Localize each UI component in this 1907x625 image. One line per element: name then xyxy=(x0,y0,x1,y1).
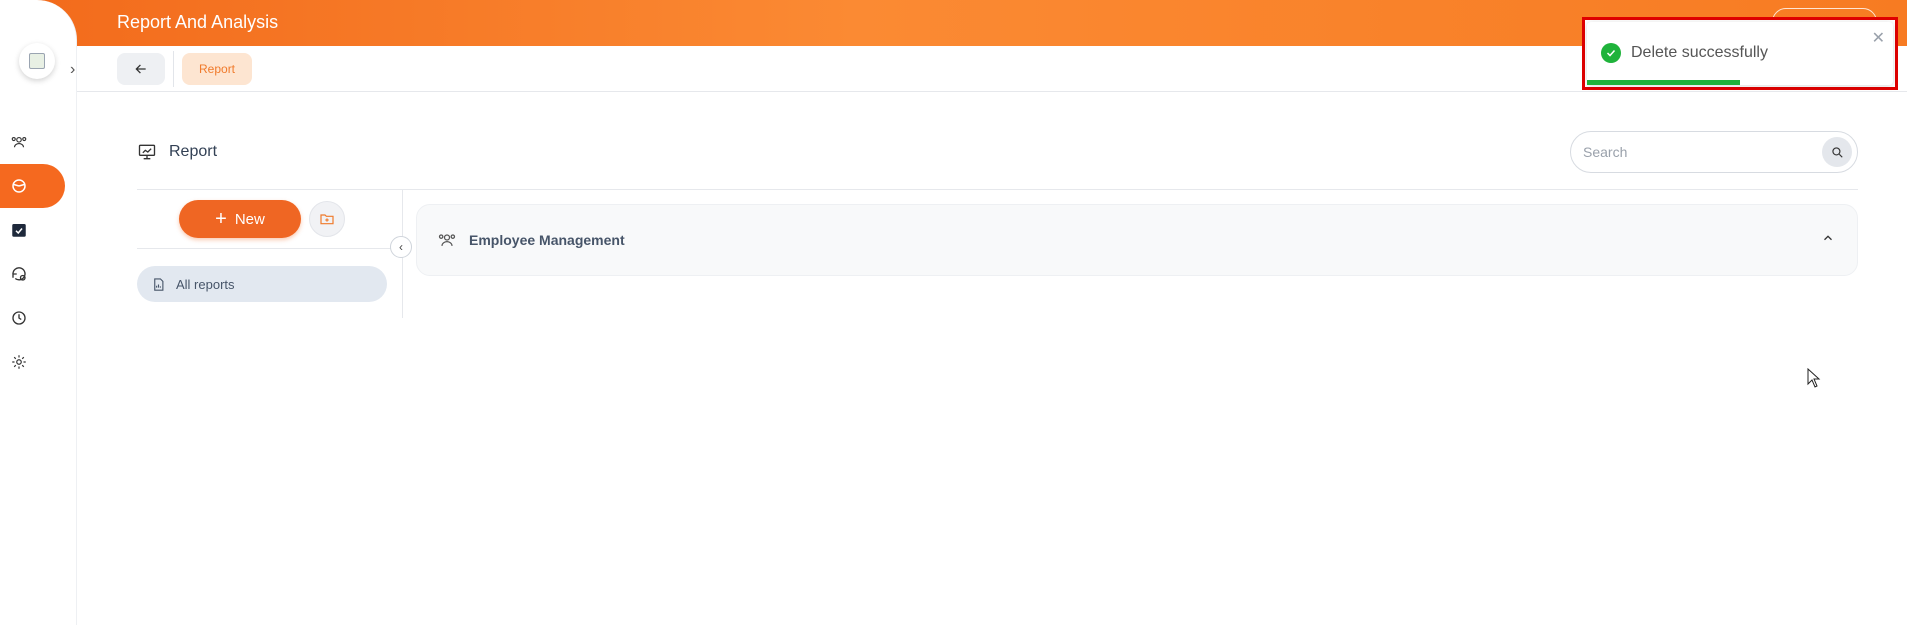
chevron-left-icon: ‹ xyxy=(399,240,403,254)
search-button[interactable] xyxy=(1822,137,1852,167)
breadcrumb-report[interactable]: Report xyxy=(182,53,253,85)
logo-image xyxy=(29,53,45,69)
check-circle-icon xyxy=(1601,43,1621,63)
page-title-text: Report xyxy=(169,143,218,160)
toolbar-divider xyxy=(173,51,174,87)
plus-icon: + xyxy=(215,208,227,230)
clock-history-icon xyxy=(12,311,26,325)
collapse-panel-button[interactable]: ‹ xyxy=(390,236,412,258)
close-icon[interactable]: ✕ xyxy=(1872,28,1885,48)
users-icon xyxy=(11,136,27,148)
search-box xyxy=(1570,131,1858,173)
left-panel-divider-h xyxy=(137,248,402,249)
group-card-employee-management[interactable]: Employee Management xyxy=(416,204,1858,276)
sidebar-item-reports[interactable] xyxy=(0,164,65,208)
search-input[interactable] xyxy=(1583,144,1822,160)
toast-progress-bar xyxy=(1587,80,1740,85)
new-folder-button[interactable] xyxy=(309,201,345,237)
all-reports-item[interactable]: All reports xyxy=(137,266,387,302)
app-logo[interactable] xyxy=(19,43,55,79)
sidebar-expand-icon[interactable]: › xyxy=(70,61,75,79)
gear-icon xyxy=(12,355,26,369)
sidebar-item-calendar[interactable] xyxy=(0,208,65,252)
sidebar-item-settings[interactable] xyxy=(0,340,65,384)
folder-plus-icon xyxy=(320,214,334,225)
toast-notification: Delete successfully ✕ xyxy=(1582,17,1898,90)
calendar-check-icon xyxy=(12,224,26,237)
chart-pie-icon xyxy=(12,179,26,193)
content-divider xyxy=(137,189,1858,190)
sidebar-item-history-settings[interactable] xyxy=(0,252,65,296)
sidebar-item-time[interactable] xyxy=(0,296,65,340)
toast-body: Delete successfully ✕ xyxy=(1587,22,1893,85)
toast-message: Delete successfully xyxy=(1601,43,1768,63)
toast-text: Delete successfully xyxy=(1631,44,1768,61)
group-title: Employee Management xyxy=(469,232,625,248)
sidebar-item-users[interactable] xyxy=(0,120,65,164)
all-reports-label: All reports xyxy=(176,276,235,292)
app-title: Report And Analysis xyxy=(117,12,279,32)
history-settings-icon xyxy=(12,267,26,281)
new-button-label: New xyxy=(234,210,265,228)
back-button[interactable] xyxy=(117,53,165,85)
mouse-cursor-icon xyxy=(1807,368,1821,388)
sidebar: › xyxy=(0,0,77,625)
presentation-chart-icon xyxy=(138,144,156,160)
users-icon xyxy=(438,234,456,246)
report-file-icon xyxy=(154,277,164,291)
new-report-button[interactable]: + New xyxy=(179,200,301,238)
page-title: Report xyxy=(137,142,217,162)
toast-progress-track xyxy=(1587,80,1893,85)
chevron-up-icon[interactable] xyxy=(1821,231,1835,245)
arrow-left-icon xyxy=(135,64,146,74)
search-icon xyxy=(1832,147,1843,158)
